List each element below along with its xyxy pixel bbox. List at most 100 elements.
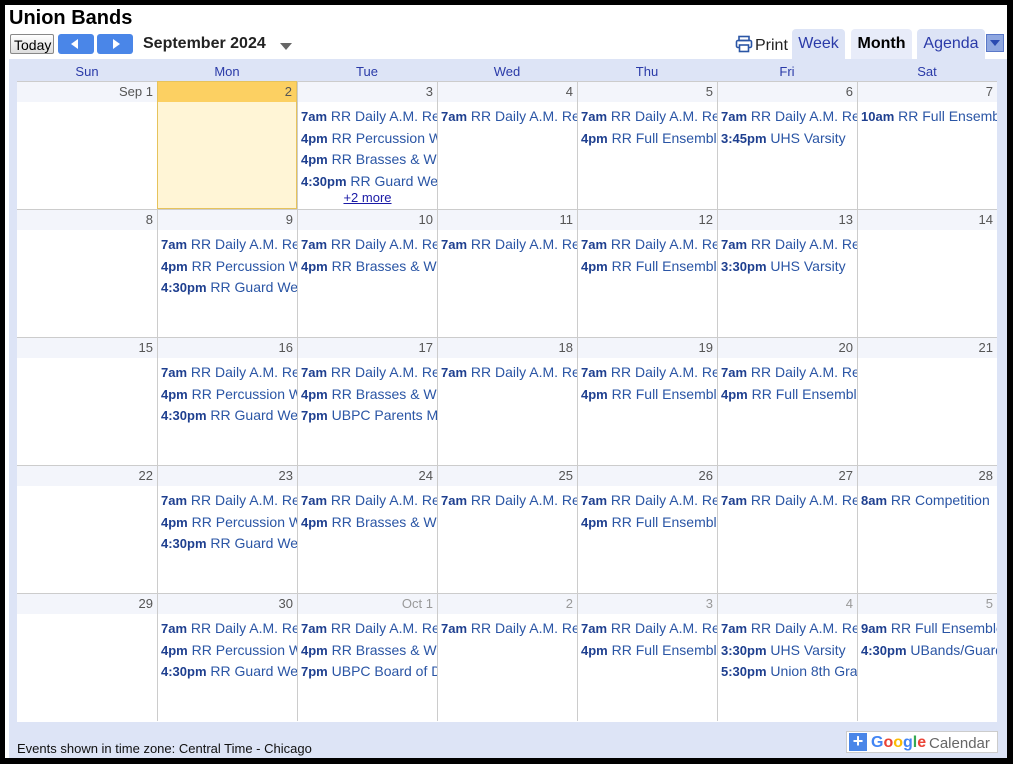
day-cell[interactable]: 247am RR Daily A.M. Rehearsal4pm RR Bras… — [297, 465, 437, 593]
day-cell[interactable]: 57am RR Daily A.M. Rehearsal4pm RR Full … — [577, 81, 717, 209]
calendar-event[interactable]: 7am RR Daily A.M. Rehearsal — [161, 363, 297, 382]
calendar-event[interactable]: 4:30pm RR Guard Weekly — [161, 534, 297, 553]
day-cell[interactable]: 267am RR Daily A.M. Rehearsal4pm RR Full… — [577, 465, 717, 593]
calendar-event[interactable]: 7am RR Daily A.M. Rehearsal — [581, 619, 717, 638]
day-cell[interactable]: 177am RR Daily A.M. Rehearsal4pm RR Bras… — [297, 337, 437, 465]
calendar-event[interactable]: 4pm RR Full Ensemble — [581, 385, 717, 404]
calendar-event[interactable]: 7am RR Daily A.M. Rehearsal — [581, 107, 717, 126]
day-cell[interactable]: 37am RR Daily A.M. Rehearsal4pm RR Full … — [577, 593, 717, 721]
calendar-event[interactable]: 7am RR Daily A.M. Rehearsal — [301, 619, 437, 638]
calendar-event[interactable]: 4pm RR Full Ensemble — [581, 513, 717, 532]
calendar-event[interactable]: 4:30pm UBands/Guard — [861, 641, 997, 660]
view-options-dropdown[interactable] — [986, 34, 1004, 52]
day-cell[interactable]: 167am RR Daily A.M. Rehearsal4pm RR Perc… — [157, 337, 297, 465]
day-cell[interactable]: 22 — [17, 465, 157, 593]
day-cell[interactable]: 14 — [857, 209, 997, 337]
calendar-event[interactable]: 4pm RR Percussion Workshop — [301, 129, 437, 148]
calendar-event[interactable]: 9am RR Full Ensemble — [861, 619, 997, 638]
day-cell[interactable]: 107am RR Daily A.M. Rehearsal4pm RR Bras… — [297, 209, 437, 337]
calendar-event[interactable]: 4pm RR Full Ensemble — [581, 129, 717, 148]
google-calendar-add-button[interactable]: + Google Calendar — [846, 731, 998, 753]
calendar-event[interactable]: 4pm RR Percussion Workshop — [161, 385, 297, 404]
calendar-event[interactable]: 7pm UBPC Parents Meeting — [301, 406, 437, 425]
day-cell[interactable]: 27 7am RR Daily A.M. Rehearsal — [717, 465, 857, 593]
calendar-event[interactable]: 10am RR Full Ensemble — [861, 107, 997, 126]
calendar-event[interactable]: 5:30pm Union 8th Grade Night — [721, 662, 857, 681]
day-cell[interactable]: Sep 1 — [17, 81, 157, 209]
calendar-event[interactable]: 7am RR Daily A.M. Rehearsal — [441, 107, 577, 126]
calendar-event[interactable]: 4pm RR Full Ensemble — [581, 257, 717, 276]
day-cell[interactable]: 97am RR Daily A.M. Rehearsal4pm RR Percu… — [157, 209, 297, 337]
day-cell[interactable]: 307am RR Daily A.M. Rehearsal4pm RR Perc… — [157, 593, 297, 721]
calendar-event[interactable]: 4pm RR Brasses & Winds — [301, 513, 437, 532]
tab-week[interactable]: Week — [792, 29, 845, 59]
day-cell[interactable]: 237am RR Daily A.M. Rehearsal4pm RR Perc… — [157, 465, 297, 593]
calendar-event[interactable]: 7am RR Daily A.M. Rehearsal — [441, 363, 577, 382]
calendar-event[interactable]: 7am RR Daily A.M. Rehearsal — [721, 491, 857, 510]
calendar-event[interactable]: 4pm RR Percussion Workshop — [161, 641, 297, 660]
calendar-event[interactable]: 7am RR Daily A.M. Rehearsal — [721, 363, 857, 382]
calendar-event[interactable]: 7am RR Daily A.M. Rehearsal — [441, 619, 577, 638]
calendar-event[interactable]: 8am RR Competition — [861, 491, 990, 510]
calendar-event[interactable]: 7am RR Daily A.M. Rehearsal — [161, 491, 297, 510]
more-events-link[interactable]: +2 more — [298, 190, 437, 205]
month-picker-dropdown-icon[interactable] — [280, 43, 292, 50]
calendar-event[interactable]: 4pm RR Brasses & Winds — [301, 257, 437, 276]
calendar-event[interactable]: 4:30pm RR Guard Weekly — [161, 278, 297, 297]
calendar-event[interactable]: 7am RR Daily A.M. Rehearsal — [581, 491, 717, 510]
calendar-event[interactable]: 7am RR Daily A.M. Rehearsal — [301, 491, 437, 510]
day-cell[interactable]: 6 7am RR Daily A.M. Rehearsal 3:45pm UHS V… — [717, 81, 857, 209]
tab-month[interactable]: Month — [851, 29, 912, 59]
calendar-event[interactable]: 7am RR Daily A.M. Rehearsal — [301, 363, 437, 382]
today-button[interactable]: Today — [10, 34, 54, 54]
calendar-event[interactable]: 4:30pm RR Guard Weekly — [161, 662, 297, 681]
calendar-event[interactable]: 7pm UBPC Board of Directors — [301, 662, 437, 681]
day-cell[interactable]: 28 8am RR Competition — [857, 465, 997, 593]
day-cell[interactable]: 8 — [17, 209, 157, 337]
day-cell[interactable]: 15 — [17, 337, 157, 465]
calendar-event[interactable]: 4:30pm RR Guard Weekly — [161, 406, 297, 425]
calendar-event[interactable]: 4pm RR Brasses & Winds — [301, 150, 437, 169]
day-cell[interactable]: 11 7am RR Daily A.M. Rehearsal — [437, 209, 577, 337]
calendar-event[interactable]: 4pm RR Brasses & Winds — [301, 641, 437, 660]
print-button[interactable]: Print — [735, 35, 788, 55]
calendar-event[interactable]: 4pm RR Full Ensemble — [581, 641, 717, 660]
calendar-event[interactable]: 4pm RR Percussion Workshop — [161, 513, 297, 532]
calendar-event[interactable]: 7am RR Daily A.M. Rehearsal — [721, 107, 857, 126]
calendar-event[interactable]: 4:30pm RR Guard Weekly — [301, 172, 437, 191]
day-cell[interactable]: 127am RR Daily A.M. Rehearsal4pm RR Full… — [577, 209, 717, 337]
calendar-event[interactable]: 4pm RR Brasses & Winds — [301, 385, 437, 404]
calendar-event[interactable]: 3:45pm UHS Varsity — [721, 129, 846, 148]
calendar-event[interactable]: 7am RR Daily A.M. Rehearsal — [161, 235, 297, 254]
day-cell[interactable]: 5 9am RR Full Ensemble 4:30pm UBands/Guard — [857, 593, 997, 721]
day-cell[interactable]: 18 7am RR Daily A.M. Rehearsal — [437, 337, 577, 465]
calendar-event[interactable]: 7am RR Daily A.M. Rehearsal — [441, 491, 577, 510]
day-cell[interactable]: 197am RR Daily A.M. Rehearsal4pm RR Full… — [577, 337, 717, 465]
previous-month-button[interactable] — [58, 34, 94, 54]
day-cell[interactable]: 7 10am RR Full Ensemble — [857, 81, 997, 209]
calendar-event[interactable]: 7am RR Daily A.M. Rehearsal — [721, 235, 857, 254]
calendar-event[interactable]: 7am RR Daily A.M. Rehearsal — [161, 619, 297, 638]
tab-agenda[interactable]: Agenda — [917, 29, 985, 59]
next-month-button[interactable] — [97, 34, 133, 54]
day-cell[interactable]: 4 7am RR Daily A.M. Rehearsal 3:30pm UHS V… — [717, 593, 857, 721]
calendar-event[interactable]: 7am RR Daily A.M. Rehearsal — [581, 363, 717, 382]
day-cell[interactable]: 37am RR Daily A.M. Rehearsal4pm RR Percu… — [297, 81, 437, 209]
day-cell[interactable]: Oct 17am RR Daily A.M. Rehearsal4pm RR B… — [297, 593, 437, 721]
day-cell[interactable]: 4 7am RR Daily A.M. Rehearsal — [437, 81, 577, 209]
calendar-event[interactable]: 7am RR Daily A.M. Rehearsal — [301, 235, 437, 254]
day-cell[interactable]: 2 — [157, 81, 297, 209]
day-cell[interactable]: 25 7am RR Daily A.M. Rehearsal — [437, 465, 577, 593]
calendar-event[interactable]: 3:30pm UHS Varsity — [721, 257, 846, 276]
day-cell[interactable]: 29 — [17, 593, 157, 721]
calendar-event[interactable]: 4pm RR Full Ensemble — [721, 385, 857, 404]
day-cell[interactable]: 13 7am RR Daily A.M. Rehearsal 3:30pm UHS … — [717, 209, 857, 337]
calendar-event[interactable]: 7am RR Daily A.M. Rehearsal — [301, 107, 437, 126]
calendar-event[interactable]: 7am RR Daily A.M. Rehearsal — [441, 235, 577, 254]
day-cell[interactable]: 2 7am RR Daily A.M. Rehearsal — [437, 593, 577, 721]
day-cell[interactable]: 207am RR Daily A.M. Rehearsal4pm RR Full… — [717, 337, 857, 465]
calendar-event[interactable]: 4pm RR Percussion Workshop — [161, 257, 297, 276]
calendar-event[interactable]: 3:30pm UHS Varsity — [721, 641, 846, 660]
calendar-event[interactable]: 7am RR Daily A.M. Rehearsal — [581, 235, 717, 254]
calendar-event[interactable]: 7am RR Daily A.M. Rehearsal — [721, 619, 857, 638]
